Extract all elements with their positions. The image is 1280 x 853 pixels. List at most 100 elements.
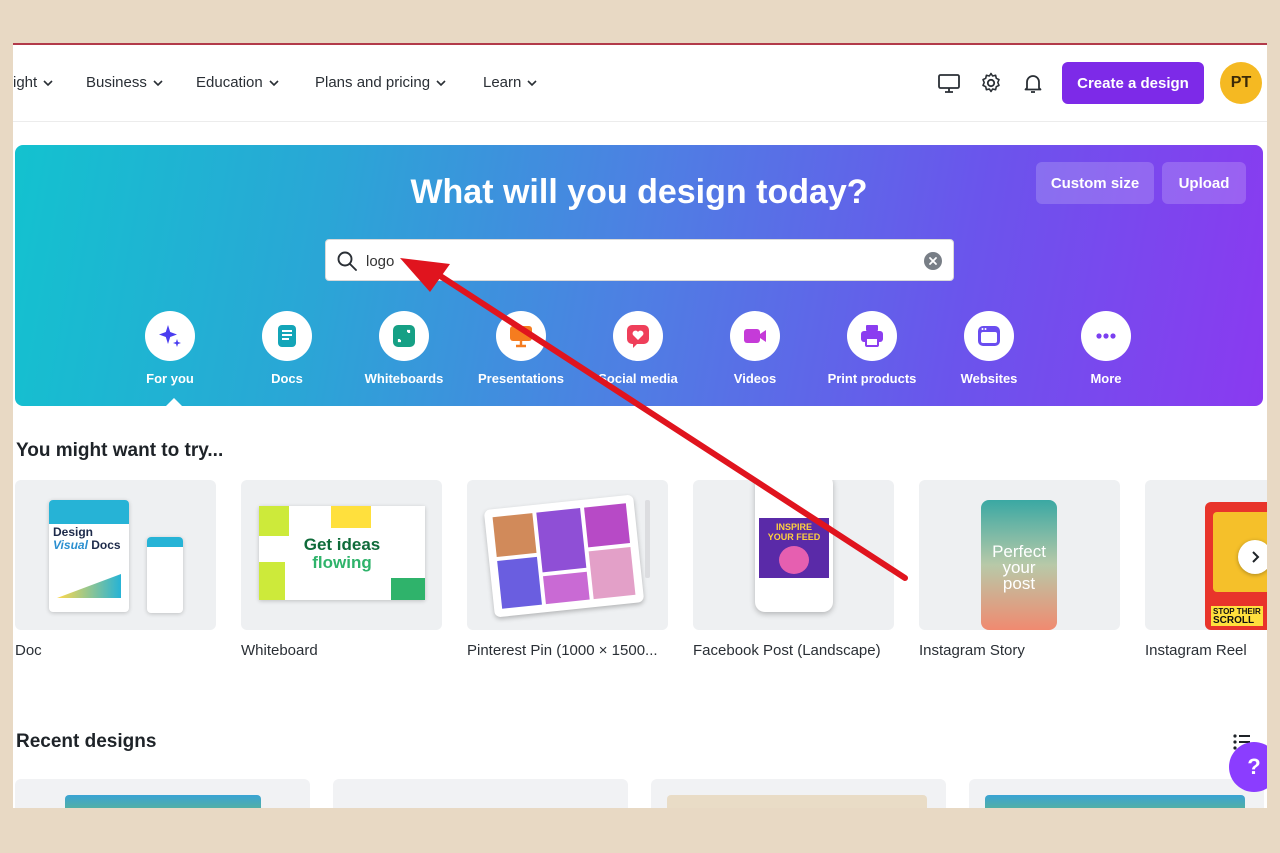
recent-design-thumbnail <box>383 795 579 808</box>
card-thumbnail: Design Visual Docs <box>15 480 216 630</box>
category-icon-circle <box>262 311 312 361</box>
category-label: For you <box>146 371 194 386</box>
desktop-app-icon[interactable] <box>937 71 961 95</box>
category-label: Presentations <box>478 371 564 386</box>
nav-item-learn[interactable]: Learn <box>483 74 537 91</box>
nav-item-education[interactable]: Education <box>196 74 279 91</box>
card-label: Facebook Post (Landscape) <box>693 642 881 659</box>
category-icon-circle <box>730 311 780 361</box>
chevron-right-icon <box>1252 551 1260 563</box>
whiteboard-text-line: Get ideas <box>303 535 381 554</box>
recent-designs-title: Recent designs <box>16 731 157 752</box>
search-bar[interactable] <box>325 239 954 281</box>
nav-item-label: Learn <box>483 74 522 91</box>
category-icon-circle <box>964 311 1014 361</box>
search-input[interactable] <box>366 248 906 274</box>
doc-preview: Design Visual Docs <box>49 500 129 612</box>
printer-icon <box>861 325 883 347</box>
custom-size-button[interactable]: Custom size <box>1036 162 1154 204</box>
category-label: Websites <box>960 371 1018 386</box>
video-icon <box>744 329 766 343</box>
whiteboard-preview-text: Get ideas flowing <box>259 536 425 572</box>
category-more[interactable]: More <box>1051 311 1161 386</box>
category-icon-circle <box>1081 311 1131 361</box>
card-thumbnail: Perfect your post <box>919 480 1120 630</box>
presentation-icon <box>510 326 532 348</box>
suggestion-card-instagram-story[interactable]: Perfect your post Instagram Story <box>919 480 1120 659</box>
doc-preview-line: Visual <box>53 538 88 552</box>
sticky-note <box>331 506 371 528</box>
sticky-note <box>391 578 425 600</box>
close-icon <box>929 257 937 265</box>
card-label: Instagram Story <box>919 642 1025 659</box>
pin-tile <box>588 547 636 600</box>
carousel-next-button[interactable] <box>1238 540 1267 574</box>
post-image: INSPIRE YOUR FEED <box>759 518 829 578</box>
nav-item-label: ight <box>13 74 38 91</box>
suggestion-card-facebook-post[interactable]: INSPIRE YOUR FEED Facebook Post (Landsca… <box>693 480 894 659</box>
story-preview-text: Perfect your post <box>981 543 1057 593</box>
post-text-line: YOUR FEED <box>767 532 821 542</box>
pin-tile <box>536 508 587 573</box>
suggestion-card-pinterest-pin[interactable]: Pinterest Pin (1000 × 1500... <box>467 480 668 659</box>
category-websites[interactable]: Websites <box>934 311 1044 386</box>
post-text-line: INSPIRE <box>775 522 812 532</box>
chevron-down-icon <box>269 79 279 86</box>
nav-item-spotlight[interactable]: ight <box>13 74 53 91</box>
whiteboard-text-line: flowing <box>312 553 372 572</box>
category-icon-circle <box>145 311 195 361</box>
doc-preview-header <box>147 537 183 547</box>
recent-design-card[interactable] <box>969 779 1264 808</box>
more-icon <box>1096 333 1116 339</box>
recent-design-thumbnail <box>65 795 261 808</box>
clear-search-button[interactable] <box>924 252 942 270</box>
recent-design-card[interactable] <box>651 779 946 808</box>
create-design-button[interactable]: Create a design <box>1062 62 1204 104</box>
phone-preview: INSPIRE YOUR FEED <box>755 480 833 612</box>
gear-icon[interactable] <box>979 71 1003 95</box>
card-thumbnail <box>467 480 668 630</box>
story-preview: Perfect your post <box>981 500 1057 630</box>
category-for-you[interactable]: For you <box>115 311 225 386</box>
story-text-line: post <box>1002 574 1036 593</box>
suggestion-card-doc[interactable]: Design Visual Docs Doc <box>15 480 216 659</box>
nav-item-plans-and-pricing[interactable]: Plans and pricing <box>315 74 446 91</box>
category-videos[interactable]: Videos <box>700 311 810 386</box>
category-icon-circle <box>496 311 546 361</box>
nav-item-business[interactable]: Business <box>86 74 163 91</box>
pin-tile <box>497 556 542 609</box>
avatar[interactable]: PT <box>1220 62 1262 104</box>
category-label: More <box>1090 371 1122 386</box>
whiteboard-preview: Get ideas flowing <box>259 506 425 600</box>
post-image-text: INSPIRE YOUR FEED <box>759 522 829 542</box>
category-icon-circle <box>847 311 897 361</box>
category-presentations[interactable]: Presentations <box>466 311 576 386</box>
reel-text: STOP THEIR SCROLL <box>1211 606 1263 626</box>
stylus-preview <box>645 500 650 578</box>
category-label: Social media <box>598 371 678 386</box>
category-whiteboards[interactable]: Whiteboards <box>349 311 459 386</box>
category-docs[interactable]: Docs <box>232 311 342 386</box>
upload-button[interactable]: Upload <box>1162 162 1246 204</box>
sticky-note <box>259 506 289 536</box>
recent-design-card[interactable] <box>333 779 628 808</box>
chevron-down-icon <box>436 79 446 86</box>
suggestion-card-whiteboard[interactable]: Get ideas flowing Whiteboard <box>241 480 442 659</box>
category-label: Print products <box>827 371 917 386</box>
pin-tile <box>543 571 590 605</box>
card-thumbnail: Get ideas flowing <box>241 480 442 630</box>
chevron-down-icon <box>43 79 53 86</box>
category-social-media[interactable]: Social media <box>583 311 693 386</box>
whiteboard-icon <box>393 325 415 347</box>
category-print-products[interactable]: Print products <box>817 311 927 386</box>
recent-design-card[interactable] <box>15 779 310 808</box>
reel-text-line: SCROLL <box>1213 615 1255 626</box>
hero-banner: What will you design today? Custom size … <box>15 145 1263 407</box>
suggestions-title: You might want to try... <box>16 440 224 461</box>
category-icon-circle <box>379 311 429 361</box>
card-label: Whiteboard <box>241 642 318 659</box>
post-image-shape <box>779 546 809 574</box>
category-icon-circle <box>613 311 663 361</box>
bell-icon[interactable] <box>1021 71 1045 95</box>
doc-icon <box>278 325 296 347</box>
